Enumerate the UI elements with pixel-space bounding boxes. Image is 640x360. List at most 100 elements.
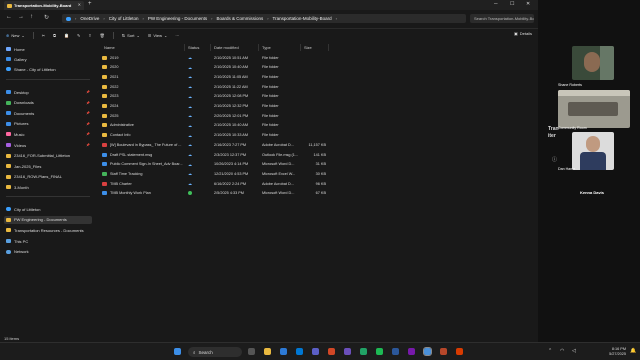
up-icon[interactable]: ↑: [30, 14, 33, 20]
tray-chevron-icon[interactable]: ⌃: [548, 348, 552, 354]
column-date-modified[interactable]: Date modified: [214, 45, 239, 50]
date-modified: 2/10/2025 10:33 AM: [214, 133, 248, 138]
sidebar-item[interactable]: Documents 📌: [4, 109, 92, 117]
sidebar-item[interactable]: Downloads 📌: [4, 99, 92, 107]
word-icon[interactable]: [392, 348, 399, 355]
file-row[interactable]: Contact Info ☁ 2/10/2025 10:33 AM File fold…: [100, 131, 332, 140]
cut-icon[interactable]: ✂: [42, 33, 45, 38]
pdf-icon[interactable]: [456, 348, 463, 355]
video-tile-community-room[interactable]: [558, 90, 630, 128]
volume-icon[interactable]: ◁: [572, 348, 576, 354]
app-icon[interactable]: [344, 348, 351, 355]
notification-icon[interactable]: 🔔: [630, 348, 636, 354]
delete-icon[interactable]: 🗑: [100, 33, 105, 38]
wifi-icon[interactable]: ◠: [560, 348, 564, 354]
video-tile-dan[interactable]: [572, 132, 614, 170]
sidebar-item[interactable]: Home: [4, 45, 92, 53]
info-icon[interactable]: ⓘ: [552, 156, 557, 163]
file-row[interactable]: TMB Charter ☁ 6/16/2022 2:24 PM Adobe Acrob…: [100, 179, 332, 188]
file-explorer-icon[interactable]: [264, 348, 271, 355]
sidebar-item[interactable]: 23416_ROW-Plans_FINAL: [4, 173, 92, 181]
sidebar-item[interactable]: City of Littleton: [4, 205, 92, 213]
back-icon[interactable]: ←: [6, 14, 12, 20]
pin-icon[interactable]: 📌: [86, 101, 90, 105]
pin-icon[interactable]: 📌: [86, 90, 90, 94]
minimize-icon[interactable]: ─: [494, 1, 498, 7]
view-button[interactable]: ☰ View ⌄: [148, 33, 168, 38]
breadcrumb[interactable]: › OneDrive › City of Littleton › PW Engi…: [62, 14, 466, 23]
new-button[interactable]: ⊕ New ⌄: [6, 33, 25, 38]
sort-button[interactable]: ⇅ Sort ⌄: [122, 33, 140, 38]
maximize-icon[interactable]: ☐: [510, 1, 514, 7]
sidebar-item[interactable]: Gallery: [4, 55, 92, 63]
file-row[interactable]: 2021 ☁ 2/10/2025 11:05 AM File folder: [100, 72, 332, 81]
pin-icon[interactable]: 📌: [86, 122, 90, 126]
sidebar-item[interactable]: This PC: [4, 237, 92, 245]
video-tile-shane[interactable]: [572, 46, 614, 80]
excel-icon[interactable]: [360, 348, 367, 355]
crumb-pw-engineering[interactable]: PW Engineering - Documents: [148, 16, 207, 21]
file-row[interactable]: 2022 ☁ 2/10/2025 11:22 AM File folder: [100, 82, 332, 91]
sidebar-item[interactable]: Shane - City of Littleton: [4, 65, 92, 73]
file-row[interactable]: 2020 ☁ 2/10/2025 10:40 AM File folder: [100, 63, 332, 72]
tab-transportation-mobility-board[interactable]: Transportation-Mobility-Board ✕: [4, 1, 84, 10]
start-icon[interactable]: [174, 348, 181, 355]
taskbar-search[interactable]: ⌕ Search: [188, 347, 242, 357]
task-view-icon[interactable]: [248, 348, 255, 355]
folder-icon: [102, 55, 107, 60]
paste-icon[interactable]: 📋: [64, 33, 69, 38]
app-icon[interactable]: [328, 348, 335, 355]
pin-icon[interactable]: 📌: [86, 132, 90, 136]
sidebar-item[interactable]: 3-Month: [4, 183, 92, 191]
close-window-icon[interactable]: ✕: [526, 1, 530, 7]
file-row[interactable]: 2023 ☁ 2/10/2025 12:08 PM File folder: [100, 92, 332, 101]
search-input[interactable]: Search Transportation-Mobility-Board: [470, 14, 534, 23]
file-name: 2020: [110, 65, 119, 70]
column-status[interactable]: Status: [188, 45, 199, 50]
sidebar-item[interactable]: Pictures 📌: [4, 120, 92, 128]
copy-icon[interactable]: ⧉: [53, 33, 56, 38]
crumb-city[interactable]: City of Littleton: [109, 16, 139, 21]
forward-icon[interactable]: →: [18, 14, 24, 20]
crumb-boards[interactable]: Boards & Commissions: [216, 16, 263, 21]
file-row[interactable]: 2024 ☁ 2/10/2025 12:32 PM File folder: [100, 102, 332, 111]
column-type[interactable]: Type: [262, 45, 271, 50]
file-row[interactable]: Public Comment Sign-In Sheet_Adv Boar...…: [100, 160, 332, 169]
crumb-tmb[interactable]: Transportation-Mobility-Board: [273, 16, 332, 21]
sidebar-item[interactable]: Network: [4, 248, 92, 256]
edge-icon[interactable]: [280, 348, 287, 355]
sidebar-item[interactable]: 23416_FOR-Submittal_Littleton: [4, 152, 92, 160]
powerpoint-icon[interactable]: [440, 348, 447, 355]
share-icon[interactable]: ⇪: [88, 33, 91, 38]
sidebar-item[interactable]: Videos 📌: [4, 141, 92, 149]
file-row[interactable]: Staff Time Tracking ☁ 12/21/2020 4:53 PM Mi…: [100, 169, 332, 178]
clock[interactable]: 8:16 PM 5/27/2025: [586, 347, 626, 357]
file-row[interactable]: 2019 ☁ 2/10/2025 10:51 AM File folder: [100, 53, 332, 62]
crumb-onedrive[interactable]: OneDrive: [80, 16, 99, 21]
file-row[interactable]: 2025 ☁ 2/20/2025 12:01 PM File folder: [100, 111, 332, 120]
column-name[interactable]: Name: [104, 45, 115, 50]
pin-icon[interactable]: 📌: [86, 111, 90, 115]
details-button[interactable]: ▣ Details: [514, 31, 532, 36]
file-row[interactable]: Administrative ☁ 2/10/2025 10:40 AM File fo…: [100, 121, 332, 130]
pin-icon[interactable]: 📌: [86, 143, 90, 147]
outlook-icon[interactable]: [296, 348, 303, 355]
file-row[interactable]: [W] Boulevard in Bypass_ The Future of .…: [100, 140, 332, 149]
file-row[interactable]: TMB Monthly Work Plan 2/5/2025 4:33 PM Mic…: [100, 189, 332, 198]
file-row[interactable]: Draft PSL statement.msg ☁ 2/3/2023 12:37 P…: [100, 150, 332, 159]
close-tab-icon[interactable]: ✕: [78, 2, 81, 7]
active-app-icon[interactable]: [423, 347, 432, 356]
column-size[interactable]: Size: [304, 45, 312, 50]
sidebar-item[interactable]: Transportation Resources - Documents: [4, 226, 92, 234]
new-tab-button[interactable]: +: [88, 1, 92, 7]
teams-icon[interactable]: [312, 348, 319, 355]
sidebar-item[interactable]: Desktop 📌: [4, 88, 92, 96]
sidebar-item[interactable]: Jan-2025_Files: [4, 162, 92, 170]
sidebar-item[interactable]: Music 📌: [4, 130, 92, 138]
more-options-button[interactable]: ···: [175, 33, 179, 38]
refresh-icon[interactable]: ↻: [44, 14, 49, 21]
rename-icon[interactable]: ✎: [77, 33, 80, 38]
spotify-icon[interactable]: [376, 348, 383, 355]
sidebar-item[interactable]: PW Engineering - Documents: [4, 215, 92, 224]
app-icon[interactable]: [408, 348, 415, 355]
